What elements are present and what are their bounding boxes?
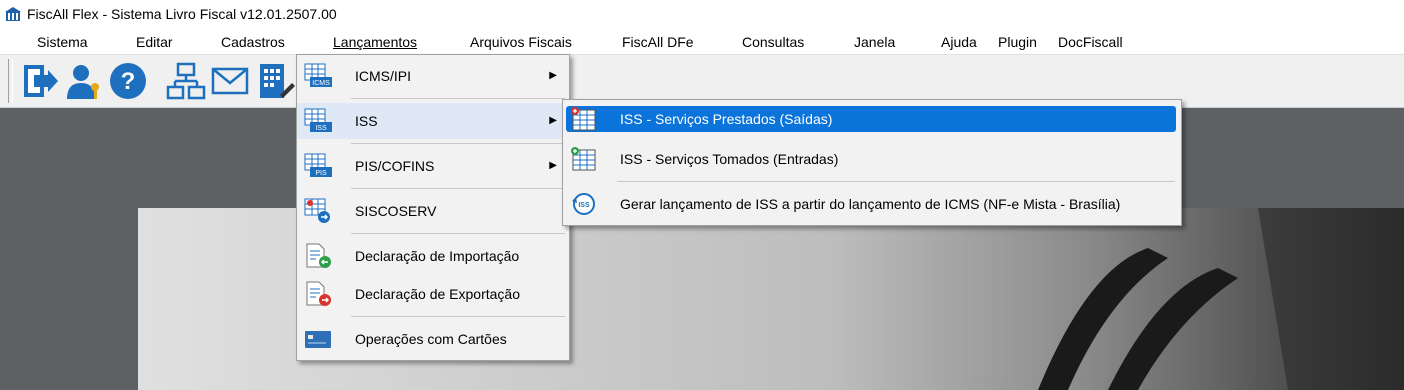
menu-item-iss[interactable]: ISS ISS ▶ xyxy=(297,103,569,139)
menu-item-label: Declaração de Exportação xyxy=(355,286,520,302)
window-title: FiscAll Flex - Sistema Livro Fiscal v12.… xyxy=(27,6,337,22)
menu-separator xyxy=(351,188,565,189)
title-bar: FiscAll Flex - Sistema Livro Fiscal v12.… xyxy=(0,0,1404,30)
menu-item-label: Declaração de Importação xyxy=(355,248,520,264)
menu-item-label: Operações com Cartões xyxy=(355,331,507,347)
menu-item-label: PIS/COFINS xyxy=(355,158,435,174)
submenu-arrow-icon: ▶ xyxy=(549,115,557,126)
app-building-icon xyxy=(5,7,21,21)
menu-janela[interactable]: Janela xyxy=(848,32,901,52)
menu-separator xyxy=(351,233,565,234)
toolbar-grip[interactable] xyxy=(8,59,13,103)
submenu-item-iss-tomados[interactable]: ISS - Serviços Tomados (Entradas) xyxy=(566,146,1176,172)
menu-separator xyxy=(351,98,565,99)
credit-card-icon xyxy=(305,331,331,348)
menu-item-declaracao-importacao[interactable]: Declaração de Importação xyxy=(297,238,569,274)
submenu-item-gerar-iss-from-icms[interactable]: ISS Gerar lançamento de ISS a partir do … xyxy=(566,191,1176,217)
siscoserv-table-icon xyxy=(304,198,330,223)
menu-sistema[interactable]: Sistema xyxy=(31,32,94,52)
menu-item-icms-ipi[interactable]: ICMS ICMS/IPI ▶ xyxy=(297,58,569,94)
help-icon[interactable]: ? xyxy=(108,61,148,101)
menu-docfiscall[interactable]: DocFiscall xyxy=(1052,32,1129,52)
svg-text:?: ? xyxy=(121,68,136,95)
iss-services-provided-icon xyxy=(571,107,596,131)
submenu-arrow-icon: ▶ xyxy=(549,160,557,171)
menu-arquivos-fiscais[interactable]: Arquivos Fiscais xyxy=(464,32,578,52)
icms-badge: ICMS xyxy=(312,80,330,87)
iss-badge: ISS xyxy=(315,125,327,132)
submenu-arrow-icon: ▶ xyxy=(549,70,557,81)
menu-fiscall-dfe[interactable]: FiscAll DFe xyxy=(616,32,700,52)
pis-table-icon: PIS xyxy=(304,153,332,177)
menu-separator xyxy=(351,143,565,144)
menu-cadastros[interactable]: Cadastros xyxy=(215,32,291,52)
menu-item-siscoserv[interactable]: SISCOSERV xyxy=(297,193,569,229)
org-chart-icon[interactable] xyxy=(166,61,206,101)
iss-services-taken-icon xyxy=(571,147,596,171)
menu-lancamentos[interactable]: Lançamentos xyxy=(327,32,423,52)
menu-bar: Sistema Editar Cadastros Lançamentos Arq… xyxy=(0,30,1404,55)
import-document-icon xyxy=(306,243,331,268)
submenu-item-label: ISS - Serviços Tomados (Entradas) xyxy=(620,151,839,167)
user-key-icon[interactable] xyxy=(64,61,104,101)
pis-badge: PIS xyxy=(315,170,327,177)
submenu-item-label: Gerar lançamento de ISS a partir do lanç… xyxy=(620,196,1121,212)
export-document-icon xyxy=(306,281,331,306)
lancamentos-dropdown: ICMS ICMS/IPI ▶ ISS ISS ▶ PIS PIS/COFINS… xyxy=(296,54,570,361)
iss-badge: ISS xyxy=(578,202,590,209)
submenu-item-iss-prestados[interactable]: ISS - Serviços Prestados (Saídas) xyxy=(566,106,1176,132)
calculator-edit-icon[interactable] xyxy=(256,61,296,101)
menu-separator xyxy=(351,316,565,317)
menu-consultas[interactable]: Consultas xyxy=(736,32,810,52)
icms-table-icon: ICMS xyxy=(304,63,332,87)
iss-refresh-icon: ISS xyxy=(572,193,595,215)
submenu-item-label: ISS - Serviços Prestados (Saídas) xyxy=(620,111,833,127)
menu-ajuda[interactable]: Ajuda xyxy=(935,32,983,52)
menu-item-operacoes-cartoes[interactable]: Operações com Cartões xyxy=(297,321,569,357)
menu-item-label: ICMS/IPI xyxy=(355,68,412,84)
menu-item-declaracao-exportacao[interactable]: Declaração de Exportação xyxy=(297,276,569,312)
exit-icon[interactable] xyxy=(20,61,60,101)
menu-plugin[interactable]: Plugin xyxy=(992,32,1043,52)
menu-separator xyxy=(617,181,1175,182)
iss-submenu: ISS - Serviços Prestados (Saídas) ISS - … xyxy=(562,99,1182,226)
menu-item-label: SISCOSERV xyxy=(355,203,437,219)
menu-editar[interactable]: Editar xyxy=(130,32,179,52)
menu-item-label: ISS xyxy=(355,113,378,129)
menu-item-pis-cofins[interactable]: PIS PIS/COFINS ▶ xyxy=(297,148,569,184)
iss-table-icon: ISS xyxy=(304,108,332,132)
mail-icon[interactable] xyxy=(210,61,250,101)
